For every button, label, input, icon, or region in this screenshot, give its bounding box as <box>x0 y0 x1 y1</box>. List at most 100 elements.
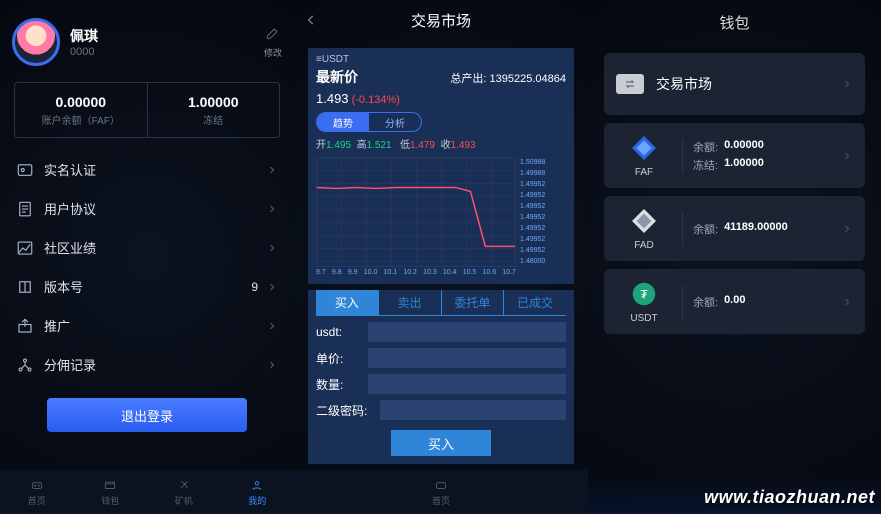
asset-card-faf[interactable]: FAF 余额:0.00000 冻结:1.00000 <box>604 123 865 188</box>
x-tick: 9.9 <box>348 269 358 276</box>
seg-trend[interactable]: 趋势 <box>317 113 369 131</box>
menu-item-verify[interactable]: 实名认证 <box>0 150 294 189</box>
profile-screen: 佩琪 0000 修改 0.00000 账户余额（FAF） 1.00000 冻结 … <box>0 0 294 514</box>
field-pwd: 二级密码: <box>316 400 566 420</box>
open-label: 开 <box>316 140 326 151</box>
balance-value: 0.00000 <box>55 94 106 110</box>
x-tick: 10.5 <box>463 269 477 276</box>
chevron-right-icon <box>266 281 278 293</box>
qty-input[interactable] <box>368 374 566 394</box>
page-title: 交易市场 <box>318 10 564 31</box>
seg-analysis[interactable]: 分析 <box>369 113 421 131</box>
bottom-nav: 首页 <box>294 470 588 514</box>
home-icon <box>28 478 46 492</box>
ohlc-row: 开1.495 高1.521 低1.479 收1.493 <box>316 136 566 151</box>
market-header: 交易市场 <box>294 0 588 40</box>
asset-info: 余额:0.00 <box>693 292 841 312</box>
faf-icon <box>629 133 659 163</box>
chart-panel: ≡USDT 最新价 总产出: 1395225.04864 1.493 (-0.1… <box>308 48 574 284</box>
menu-item-version[interactable]: 版本号 9 <box>0 267 294 306</box>
tab-wallet[interactable]: 钱包 <box>74 470 148 514</box>
market-link-card[interactable]: 交易市场 <box>604 53 865 115</box>
divider <box>682 139 683 173</box>
footer-wave <box>588 474 881 514</box>
wallet-screen: 钱包 交易市场 FAF 余额:0.00000 冻结:1.00000 FAD 余额… <box>588 0 881 514</box>
y-tick: 1.49952 <box>520 190 566 201</box>
balance-left: 0.00000 账户余额（FAF） <box>15 83 148 137</box>
output-label: 总产出: <box>450 73 486 85</box>
tab-buy[interactable]: 买入 <box>316 290 379 315</box>
field-price: 单价: <box>316 348 566 368</box>
usdt-input[interactable] <box>368 322 566 342</box>
tab-sell[interactable]: 卖出 <box>379 290 442 315</box>
tab-mine[interactable]: 我的 <box>221 470 295 514</box>
close-value: 1.493 <box>451 140 476 151</box>
edit-icon <box>265 25 281 41</box>
menu-item-agreement[interactable]: 用户协议 <box>0 189 294 228</box>
menu-item-community[interactable]: 社区业绩 <box>0 228 294 267</box>
field-qty: 数量: <box>316 374 566 394</box>
x-tick: 10.6 <box>483 269 497 276</box>
open-value: 1.495 <box>326 140 351 151</box>
price-change-pct: (-0.134%) <box>352 94 400 106</box>
svg-text:₮: ₮ <box>640 288 648 302</box>
balance-label: 余额: <box>693 294 718 310</box>
divider <box>682 212 683 246</box>
y-tick: 1.49952 <box>520 245 566 256</box>
logout-button[interactable]: 退出登录 <box>47 398 247 432</box>
buy-button[interactable]: 买入 <box>391 430 491 456</box>
chart-mode-toggle[interactable]: 趋势 分析 <box>316 112 422 132</box>
x-tick: 10.3 <box>423 269 437 276</box>
x-tick: 9.7 <box>316 269 326 276</box>
menu-label: 推广 <box>44 316 266 335</box>
home-icon <box>432 478 450 492</box>
asset-symbol: USDT <box>630 313 657 324</box>
settings-menu: 实名认证 用户协议 社区业绩 版本号 9 推广 分佣记录 <box>0 150 294 384</box>
bottom-nav: 首页 钱包 矿机 我的 <box>0 470 294 514</box>
asset-symbol: FAF <box>635 167 653 178</box>
chevron-right-icon <box>266 242 278 254</box>
asset-card-usdt[interactable]: ₮ USDT 余额:0.00 <box>604 269 865 334</box>
menu-item-commission[interactable]: 分佣记录 <box>0 345 294 384</box>
tab-label: 矿机 <box>175 494 193 507</box>
wallet-icon <box>101 478 119 492</box>
tab-miner[interactable]: 矿机 <box>147 470 221 514</box>
x-tick: 10.1 <box>384 269 398 276</box>
version-badge: 9 <box>251 280 258 294</box>
asset-card-fad[interactable]: FAD 余额:41189.00000 <box>604 196 865 261</box>
menu-label: 实名认证 <box>44 160 266 179</box>
profile-header: 佩琪 0000 修改 <box>0 0 294 76</box>
asset-icon-box: FAF <box>616 133 672 178</box>
chart-plot[interactable] <box>316 157 516 267</box>
chevron-right-icon <box>841 296 853 308</box>
divider <box>682 285 683 319</box>
tab-home[interactable]: 首页 <box>0 470 74 514</box>
current-price: 1.493 <box>316 91 349 106</box>
password-input[interactable] <box>380 400 566 420</box>
back-icon[interactable] <box>304 13 318 27</box>
id-card-icon <box>16 161 34 179</box>
chevron-right-icon <box>266 320 278 332</box>
y-tick: 1.49952 <box>520 201 566 212</box>
line-chart-svg <box>317 158 515 266</box>
high-value: 1.521 <box>367 140 392 151</box>
high-label: 高 <box>357 140 367 151</box>
y-tick: 1.49952 <box>520 179 566 190</box>
asset-icon-box: FAD <box>616 206 672 251</box>
share-icon <box>16 317 34 335</box>
x-tick: 10.4 <box>443 269 457 276</box>
tab-home[interactable]: 首页 <box>294 470 588 514</box>
price-input[interactable] <box>368 348 566 368</box>
edit-profile-button[interactable]: 修改 <box>264 25 282 59</box>
low-label: 低 <box>400 140 410 151</box>
tab-label: 首页 <box>432 494 450 507</box>
fad-icon <box>629 206 659 236</box>
tab-orders[interactable]: 委托单 <box>442 290 505 315</box>
tab-filled[interactable]: 已成交 <box>504 290 566 315</box>
menu-label: 用户协议 <box>44 199 266 218</box>
trade-tabs: 买入 卖出 委托单 已成交 <box>316 290 566 316</box>
trade-panel: 买入 卖出 委托单 已成交 usdt: 单价: 数量: 二级密码: 买入 <box>308 290 574 464</box>
menu-item-promo[interactable]: 推广 <box>0 306 294 345</box>
x-tick: 10.7 <box>502 269 516 276</box>
avatar[interactable] <box>12 18 60 66</box>
